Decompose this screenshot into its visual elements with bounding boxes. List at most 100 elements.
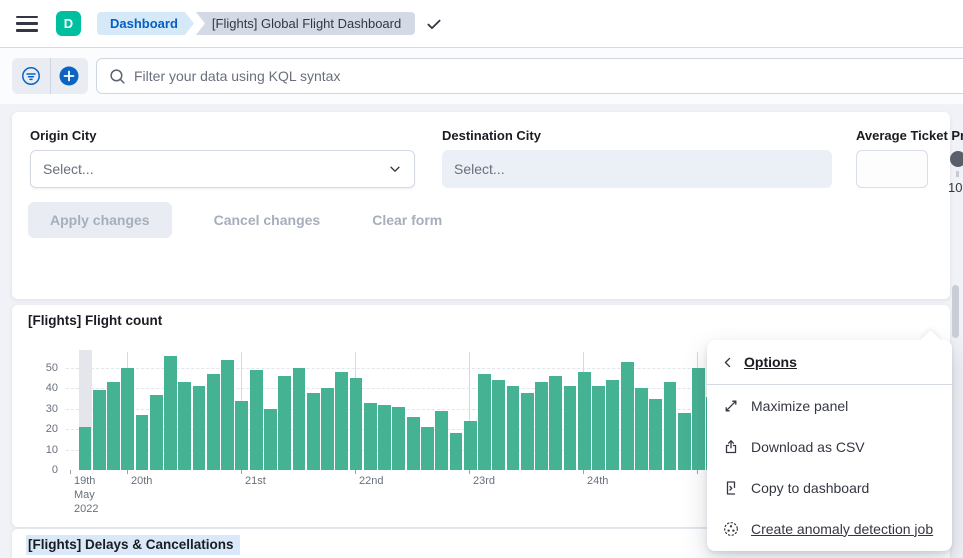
- bar[interactable]: [521, 393, 534, 470]
- bar[interactable]: [93, 390, 106, 470]
- x-axis-tick: [241, 470, 242, 474]
- kql-search-input[interactable]: Filter your data using KQL syntax: [96, 58, 963, 94]
- menu-item-create-anomaly-detection-job[interactable]: Create anomaly detection job: [707, 508, 952, 549]
- bar[interactable]: [664, 382, 677, 470]
- filter-button-group: [12, 58, 88, 94]
- bar[interactable]: [507, 386, 520, 470]
- bar[interactable]: [350, 378, 363, 470]
- top-navigation-bar: D Dashboard [Flights] Global Flight Dash…: [0, 0, 963, 48]
- options-title: Options: [744, 354, 797, 370]
- bar[interactable]: [235, 401, 248, 470]
- copy-icon: [723, 480, 739, 496]
- bar[interactable]: [464, 421, 477, 470]
- bar[interactable]: [592, 386, 605, 470]
- bar[interactable]: [578, 372, 591, 470]
- x-axis-tick-label: 23rd: [473, 475, 495, 489]
- slider-value-label: 100: [948, 180, 963, 195]
- bar[interactable]: [564, 386, 577, 470]
- breadcrumb-current-page: [Flights] Global Flight Dashboard: [196, 12, 415, 35]
- x-axis-tick-label: 20th: [131, 475, 152, 489]
- bar[interactable]: [421, 427, 434, 470]
- menu-item-label: Create anomaly detection job: [751, 521, 933, 537]
- bar[interactable]: [307, 393, 320, 470]
- bar[interactable]: [178, 382, 191, 470]
- bar[interactable]: [264, 409, 277, 470]
- bar[interactable]: [150, 395, 163, 470]
- bar[interactable]: [407, 417, 420, 470]
- bar[interactable]: [450, 433, 463, 470]
- ticket-price-input[interactable]: [856, 150, 928, 188]
- bar[interactable]: [136, 415, 149, 470]
- x-axis-tick: [127, 470, 128, 474]
- panel-options-menu: Options Maximize panel Download as CSV Cop…: [707, 340, 952, 551]
- bar[interactable]: [207, 374, 220, 470]
- bar[interactable]: [293, 368, 306, 470]
- scrollbar-thumb[interactable]: [952, 285, 959, 338]
- chevron-left-icon: [721, 356, 734, 369]
- bar[interactable]: [435, 411, 448, 470]
- bar[interactable]: [378, 405, 391, 470]
- x-axis-tick-label: 19th May 2022: [74, 475, 98, 516]
- check-icon[interactable]: [425, 15, 443, 33]
- bar[interactable]: [692, 368, 705, 470]
- breadcrumb-dashboard[interactable]: Dashboard: [97, 12, 194, 35]
- bar[interactable]: [221, 360, 234, 470]
- query-toolbar: Filter your data using KQL syntax: [0, 48, 963, 104]
- cancel-changes-button[interactable]: Cancel changes: [204, 202, 331, 238]
- destination-city-placeholder: Select...: [454, 161, 505, 177]
- destination-city-label: Destination City: [442, 128, 541, 143]
- y-axis-tick-label: 50: [46, 362, 66, 374]
- origin-city-select[interactable]: Select...: [30, 150, 415, 188]
- bar[interactable]: [278, 376, 291, 470]
- bar[interactable]: [621, 362, 634, 470]
- x-axis-tick-label: 22nd: [359, 475, 383, 489]
- filter-list-icon[interactable]: [12, 58, 50, 94]
- menu-item-label: Download as CSV: [751, 439, 865, 455]
- apply-changes-button[interactable]: Apply changes: [28, 202, 172, 238]
- ticket-price-slider-handle[interactable]: [950, 151, 963, 167]
- bar[interactable]: [164, 356, 177, 470]
- bar[interactable]: [478, 374, 491, 470]
- destination-city-select[interactable]: Select...: [442, 150, 832, 188]
- bar[interactable]: [321, 388, 334, 470]
- bar[interactable]: [678, 413, 691, 470]
- y-axis-tick-label: 20: [46, 423, 66, 435]
- space-avatar[interactable]: D: [56, 11, 81, 36]
- bar[interactable]: [121, 368, 134, 470]
- bar[interactable]: [250, 370, 263, 470]
- x-axis-tick: [583, 470, 584, 474]
- bar[interactable]: [79, 427, 92, 470]
- menu-item-maximize-panel[interactable]: Maximize panel: [707, 385, 952, 426]
- bar[interactable]: [392, 407, 405, 470]
- bar[interactable]: [606, 380, 619, 470]
- delays-panel-title: [Flights] Delays & Cancellations: [26, 535, 240, 555]
- x-axis-tick-label: 21st: [245, 475, 266, 489]
- bar[interactable]: [364, 403, 377, 470]
- x-axis-tick: [469, 470, 470, 474]
- y-axis-tick-label: 0: [52, 464, 66, 476]
- bar[interactable]: [549, 376, 562, 470]
- bar[interactable]: [107, 382, 120, 470]
- menu-icon[interactable]: [16, 15, 38, 33]
- bar[interactable]: [535, 382, 548, 470]
- bar[interactable]: [193, 386, 206, 470]
- menu-item-label: Copy to dashboard: [751, 480, 869, 496]
- y-axis-tick-label: 40: [46, 382, 66, 394]
- options-back-button[interactable]: Options: [707, 340, 952, 385]
- menu-item-download-as-csv[interactable]: Download as CSV: [707, 426, 952, 467]
- y-axis-tick-label: 10: [46, 444, 66, 456]
- bar[interactable]: [649, 399, 662, 470]
- clear-form-button[interactable]: Clear form: [362, 202, 452, 238]
- add-filter-icon[interactable]: [50, 58, 89, 94]
- menu-item-copy-to-dashboard[interactable]: Copy to dashboard: [707, 467, 952, 508]
- filters-form-card: Origin City Select... Destination City S…: [12, 112, 950, 299]
- bar[interactable]: [335, 372, 348, 470]
- ml-icon: [723, 521, 739, 537]
- chevron-down-icon: [388, 162, 402, 176]
- bar[interactable]: [492, 380, 505, 470]
- x-axis-tick-label: 24th: [587, 475, 608, 489]
- x-axis-tick: [70, 470, 71, 474]
- slider-tick: [956, 171, 959, 177]
- maximize-icon: [723, 398, 739, 414]
- bar[interactable]: [635, 388, 648, 470]
